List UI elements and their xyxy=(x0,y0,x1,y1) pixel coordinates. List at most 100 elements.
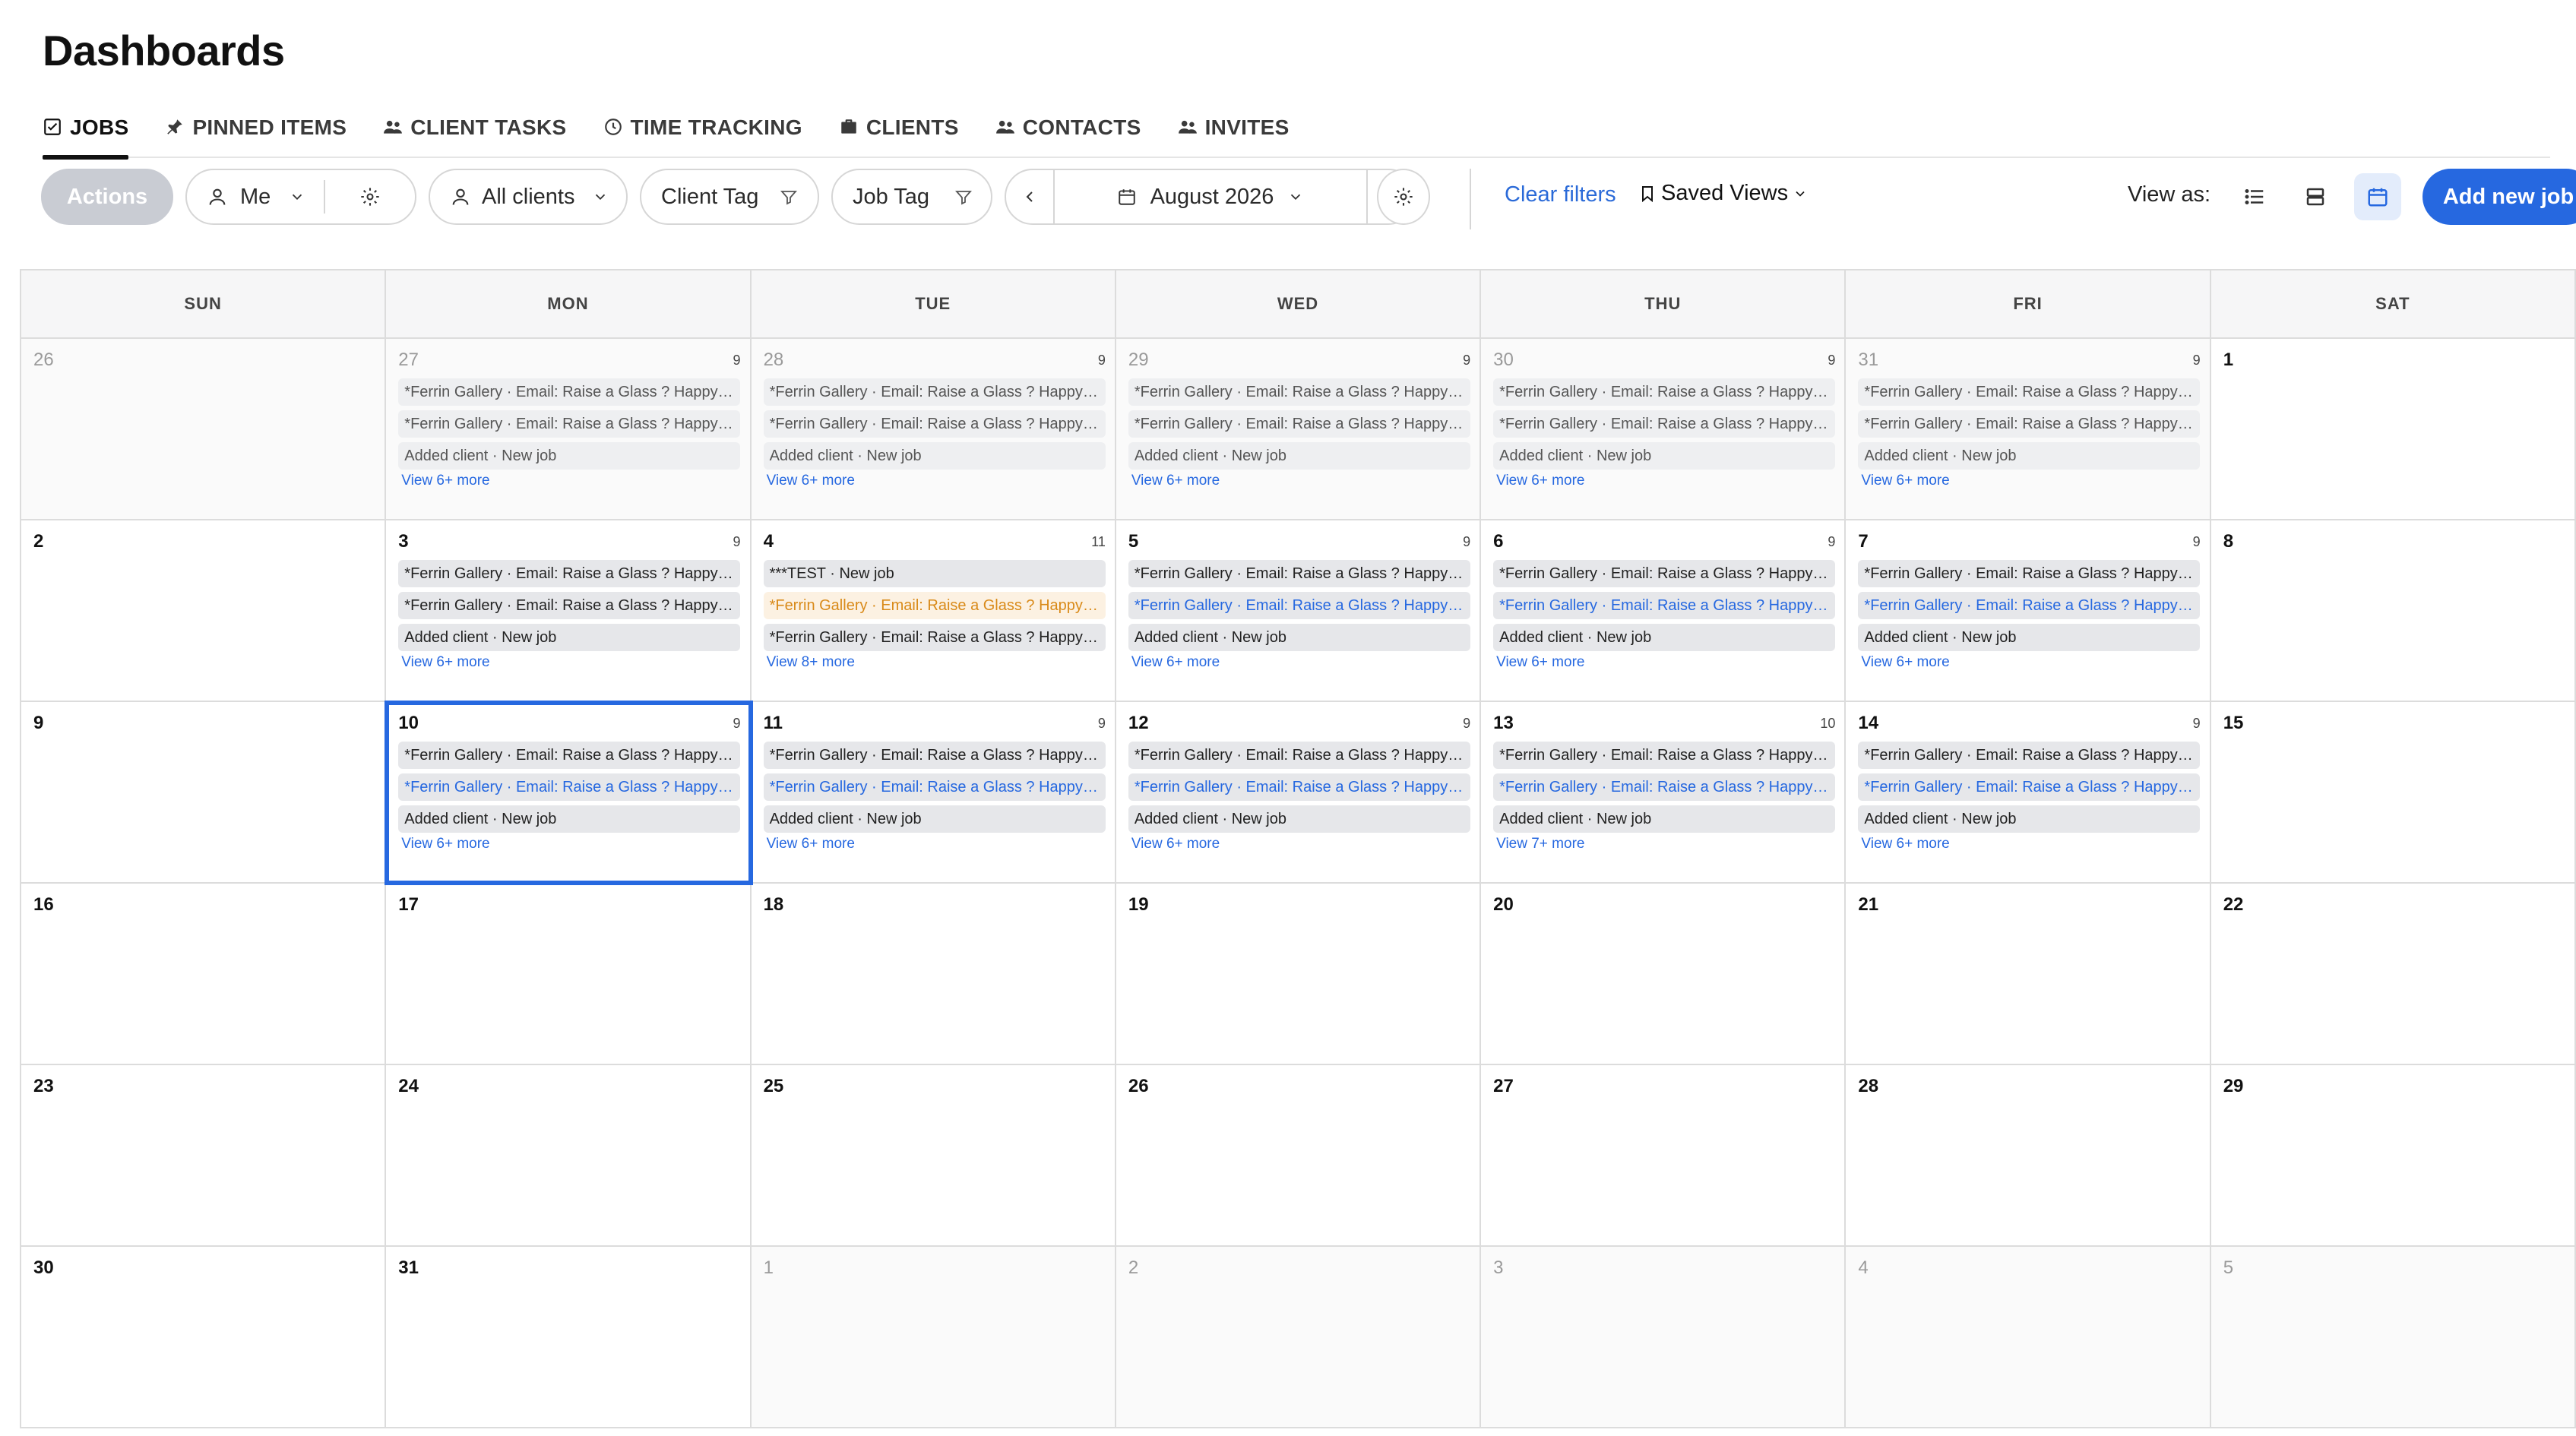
day-cell[interactable]: 8 xyxy=(2210,520,2576,702)
day-cell[interactable]: 26 xyxy=(21,339,387,520)
job-event[interactable]: *Ferrin Gallery · Email: Raise a Glass ?… xyxy=(1128,410,1470,438)
day-cell[interactable]: 1 xyxy=(751,1247,1116,1428)
job-event[interactable]: *Ferrin Gallery · Email: Raise a Glass ?… xyxy=(1128,378,1470,406)
view-more-link[interactable]: View 6+ more xyxy=(1493,473,1835,489)
job-event[interactable]: *Ferrin Gallery · Email: Raise a Glass ?… xyxy=(1493,592,1836,619)
board-view-button[interactable] xyxy=(2292,173,2339,220)
job-event[interactable]: Added client · New job xyxy=(1128,624,1470,651)
view-more-link[interactable]: View 6+ more xyxy=(764,836,1106,852)
job-event[interactable]: *Ferrin Gallery · Email: Raise a Glass ?… xyxy=(763,410,1106,438)
day-cell[interactable]: 31 xyxy=(386,1247,752,1428)
day-cell[interactable]: 28 xyxy=(1846,1065,2211,1247)
view-more-link[interactable]: View 6+ more xyxy=(1493,654,1835,671)
day-cell[interactable]: 14 9 *Ferrin Gallery · Email: Raise a Glas… xyxy=(1846,702,2211,884)
job-event[interactable]: *Ferrin Gallery · Email: Raise a Glass ?… xyxy=(398,410,741,438)
job-event[interactable]: *Ferrin Gallery · Email: Raise a Glass ?… xyxy=(1493,378,1836,406)
day-cell[interactable]: 7 9 *Ferrin Gallery · Email: Raise a Glass… xyxy=(1846,520,2211,702)
view-more-link[interactable]: View 6+ more xyxy=(1128,836,1470,852)
view-more-link[interactable]: View 6+ more xyxy=(1858,473,2200,489)
job-event[interactable]: *Ferrin Gallery · Email: Raise a Glass ?… xyxy=(398,742,741,769)
job-event[interactable]: *Ferrin Gallery · Email: Raise a Glass ?… xyxy=(763,742,1106,769)
job-event[interactable]: Added client · New job xyxy=(1128,805,1470,833)
job-event[interactable]: *Ferrin Gallery · Email: Raise a Glass ?… xyxy=(763,378,1106,406)
tab-invites[interactable]: INVITES xyxy=(1178,106,1290,158)
job-event[interactable]: *Ferrin Gallery · Email: Raise a Glass ?… xyxy=(1858,592,2201,619)
job-event[interactable]: *Ferrin Gallery · Email: Raise a Glass ?… xyxy=(1858,378,2201,406)
job-event[interactable]: Added client · New job xyxy=(398,442,741,470)
day-cell[interactable]: 2 xyxy=(21,520,387,702)
view-more-link[interactable]: View 6+ more xyxy=(398,473,740,489)
day-cell[interactable]: 26 xyxy=(1116,1065,1482,1247)
day-cell[interactable]: 31 9 *Ferrin Gallery · Email: Raise a Glas… xyxy=(1846,339,2211,520)
client-tag-filter[interactable]: Client Tag xyxy=(640,169,819,225)
day-cell[interactable]: 22 xyxy=(2210,884,2576,1065)
day-cell[interactable]: 18 xyxy=(751,884,1116,1065)
view-more-link[interactable]: View 6+ more xyxy=(1128,473,1470,489)
day-cell[interactable]: 13 10 *Ferrin Gallery · Email: Raise a Gla… xyxy=(1481,702,1847,884)
saved-views-dropdown[interactable]: Saved Views xyxy=(1638,181,1808,206)
view-more-link[interactable]: View 6+ more xyxy=(764,473,1106,489)
view-more-link[interactable]: View 6+ more xyxy=(398,836,740,852)
job-event[interactable]: *Ferrin Gallery · Email: Raise a Glass ?… xyxy=(1858,410,2201,438)
day-cell[interactable]: 11 9 *Ferrin Gallery · Email: Raise a Glas… xyxy=(751,702,1116,884)
day-cell[interactable]: 29 9 *Ferrin Gallery · Email: Raise a Glas… xyxy=(1116,339,1482,520)
day-cell[interactable]: 16 xyxy=(21,884,387,1065)
job-event[interactable]: Added client · New job xyxy=(763,805,1106,833)
job-event[interactable]: *Ferrin Gallery · Email: Raise a Glass ?… xyxy=(1128,592,1470,619)
day-cell[interactable]: 30 9 *Ferrin Gallery · Email: Raise a Glas… xyxy=(1481,339,1847,520)
job-event[interactable]: *Ferrin Gallery · Email: Raise a Glass ?… xyxy=(1858,773,2201,801)
job-event[interactable]: *Ferrin Gallery · Email: Raise a Glass ?… xyxy=(1493,742,1836,769)
job-event[interactable]: Added client · New job xyxy=(763,442,1106,470)
all-clients-dropdown[interactable]: All clients xyxy=(429,169,628,225)
job-event[interactable]: *Ferrin Gallery · Email: Raise a Glass ?… xyxy=(1493,773,1836,801)
tab-clients[interactable]: CLIENTS xyxy=(839,106,959,158)
job-event[interactable]: Added client · New job xyxy=(1493,442,1836,470)
job-event[interactable]: Added client · New job xyxy=(398,805,741,833)
day-cell[interactable]: 28 9 *Ferrin Gallery · Email: Raise a Glas… xyxy=(751,339,1116,520)
view-more-link[interactable]: View 8+ more xyxy=(764,654,1106,671)
job-event[interactable]: *Ferrin Gallery · Email: Raise a Glass ?… xyxy=(1493,410,1836,438)
day-cell[interactable]: 15 xyxy=(2210,702,2576,884)
job-event[interactable]: Added client · New job xyxy=(1858,805,2201,833)
day-cell[interactable]: 3 xyxy=(1481,1247,1847,1428)
view-more-link[interactable]: View 6+ more xyxy=(1128,654,1470,671)
job-tag-filter[interactable]: Job Tag xyxy=(831,169,992,225)
job-event[interactable]: *Ferrin Gallery · Email: Raise a Glass ?… xyxy=(763,592,1106,619)
job-event[interactable]: Added client · New job xyxy=(1493,624,1836,651)
tab-contacts[interactable]: CONTACTS xyxy=(995,106,1141,158)
day-cell[interactable]: 29 xyxy=(2210,1065,2576,1247)
job-event[interactable]: Added client · New job xyxy=(1858,442,2201,470)
add-new-job-button[interactable]: Add new job xyxy=(2423,169,2576,225)
job-event[interactable]: *Ferrin Gallery · Email: Raise a Glass ?… xyxy=(1858,742,2201,769)
day-cell[interactable]: 6 9 *Ferrin Gallery · Email: Raise a Glass… xyxy=(1481,520,1847,702)
day-cell[interactable]: 27 xyxy=(1481,1065,1847,1247)
view-more-link[interactable]: View 6+ more xyxy=(1858,654,2200,671)
day-cell[interactable]: 20 xyxy=(1481,884,1847,1065)
tab-time-tracking[interactable]: TIME TRACKING xyxy=(603,106,802,158)
calendar-settings-button[interactable] xyxy=(1377,169,1430,225)
me-dropdown[interactable]: Me xyxy=(187,170,324,223)
job-event[interactable]: *Ferrin Gallery · Email: Raise a Glass ?… xyxy=(763,624,1106,651)
day-cell[interactable]: 2 xyxy=(1116,1247,1482,1428)
day-cell[interactable]: 27 9 *Ferrin Gallery · Email: Raise a Glas… xyxy=(386,339,752,520)
job-event[interactable]: *Ferrin Gallery · Email: Raise a Glass ?… xyxy=(1128,742,1470,769)
list-view-button[interactable] xyxy=(2231,173,2278,220)
day-cell[interactable]: 4 xyxy=(1846,1247,2211,1428)
job-event[interactable]: *Ferrin Gallery · Email: Raise a Glass ?… xyxy=(398,378,741,406)
day-cell[interactable]: 5 9 *Ferrin Gallery · Email: Raise a Glass… xyxy=(1116,520,1482,702)
tab-jobs[interactable]: JOBS xyxy=(43,106,129,160)
job-event[interactable]: *Ferrin Gallery · Email: Raise a Glass ?… xyxy=(763,773,1106,801)
day-cell[interactable]: 30 xyxy=(21,1247,387,1428)
day-cell[interactable]: 23 xyxy=(21,1065,387,1247)
job-event[interactable]: *Ferrin Gallery · Email: Raise a Glass ?… xyxy=(1493,560,1836,587)
day-cell[interactable]: 19 xyxy=(1116,884,1482,1065)
day-cell[interactable]: 25 xyxy=(751,1065,1116,1247)
day-cell[interactable]: 24 xyxy=(386,1065,752,1247)
day-cell[interactable]: 9 xyxy=(21,702,387,884)
view-more-link[interactable]: View 7+ more xyxy=(1493,836,1835,852)
day-cell[interactable]: 10 9 *Ferrin Gallery · Email: Raise a Glas… xyxy=(385,701,753,885)
calendar-view-button[interactable] xyxy=(2354,173,2401,220)
job-event[interactable]: *Ferrin Gallery · Email: Raise a Glass ?… xyxy=(1128,773,1470,801)
day-cell[interactable]: 17 xyxy=(386,884,752,1065)
day-cell[interactable]: 5 xyxy=(2210,1247,2576,1428)
